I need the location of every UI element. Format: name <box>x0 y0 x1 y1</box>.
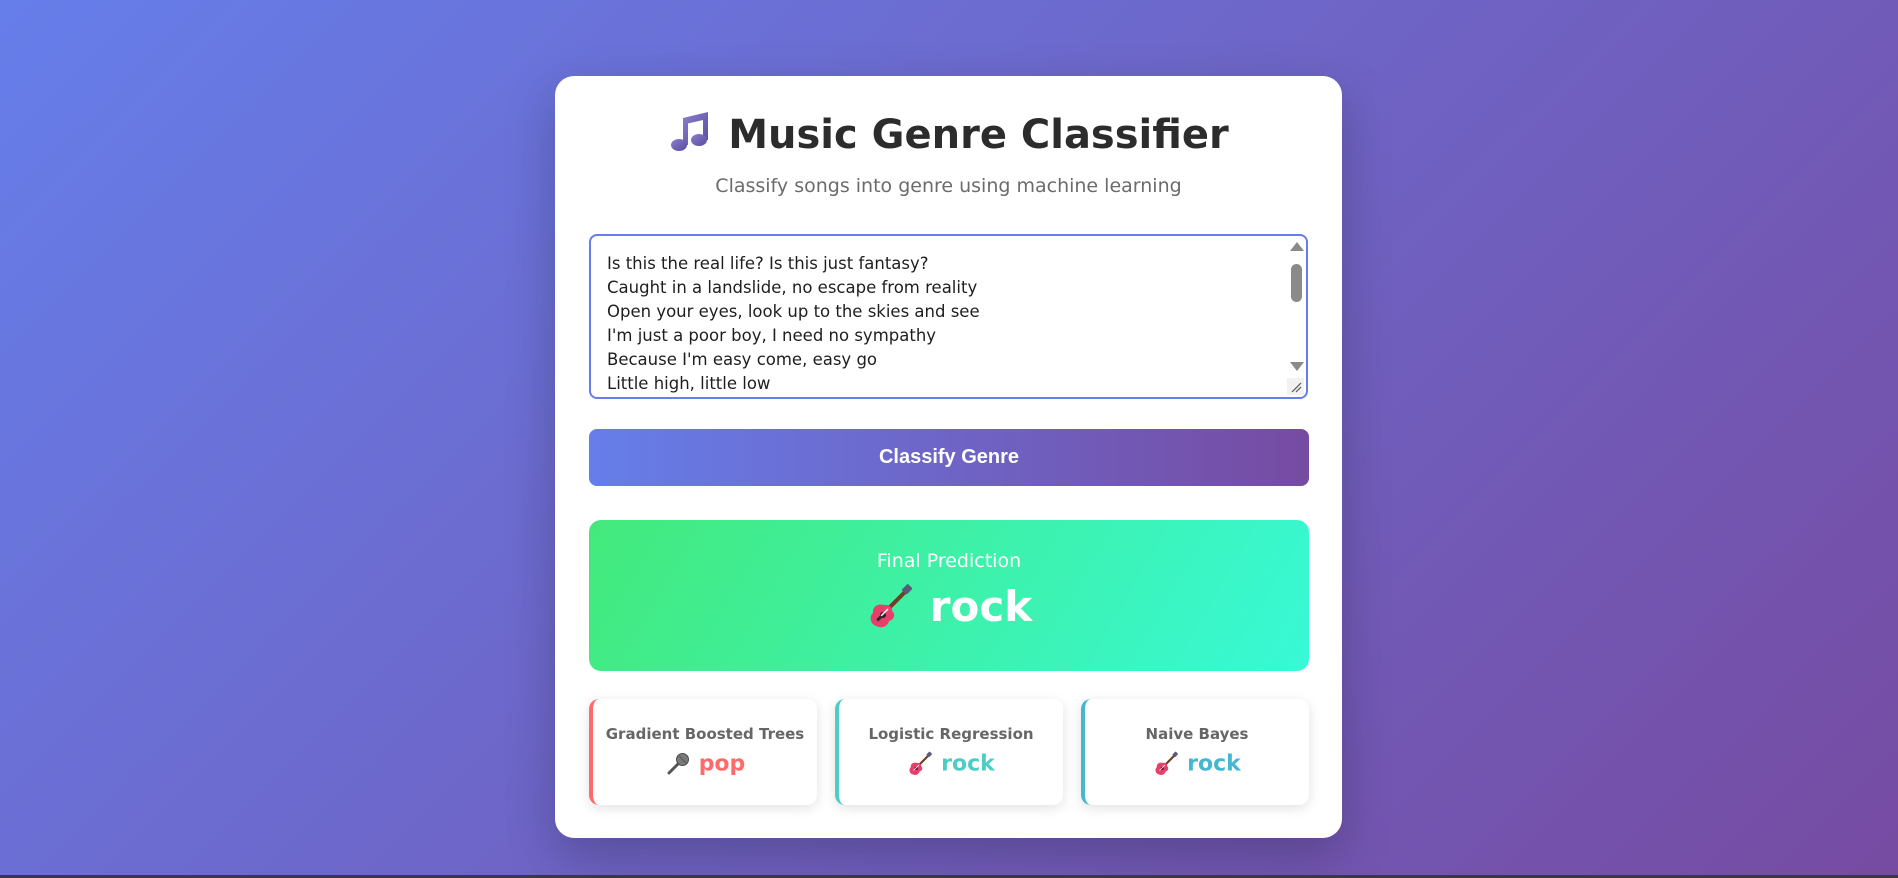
model-name: Naive Bayes <box>1145 725 1249 743</box>
page-header: Music Genre Classifier <box>555 112 1342 158</box>
model-name: Logistic Regression <box>868 725 1034 743</box>
model-card-logistic-regression: Logistic Regression rock <box>835 699 1063 805</box>
final-prediction-genre: rock <box>929 582 1033 631</box>
scroll-up-arrow-icon[interactable] <box>1290 242 1304 251</box>
lyrics-textarea[interactable]: Is this the real life? Is this just fant… <box>589 234 1308 399</box>
guitar-icon <box>907 751 933 777</box>
model-prediction-row: pop <box>593 751 817 777</box>
model-name: Gradient Boosted Trees <box>605 725 805 743</box>
musical-notes-icon <box>668 108 714 154</box>
final-prediction-panel: Final Prediction rock <box>589 520 1309 671</box>
lyrics-scrollbar[interactable] <box>1288 238 1304 375</box>
lyrics-text[interactable]: Is this the real life? Is this just fant… <box>607 252 1267 396</box>
microphone-icon <box>665 751 691 777</box>
model-prediction: rock <box>1187 751 1241 777</box>
scroll-down-arrow-icon[interactable] <box>1290 362 1304 371</box>
model-prediction-row: rock <box>1085 751 1309 777</box>
model-card-naive-bayes: Naive Bayes rock <box>1081 699 1309 805</box>
guitar-icon <box>866 583 914 631</box>
model-card-gradient-boosted-trees: Gradient Boosted Trees pop <box>589 699 817 805</box>
model-prediction: rock <box>941 751 995 777</box>
final-prediction-label: Final Prediction <box>876 550 1022 572</box>
page-title: Music Genre Classifier <box>728 112 1229 158</box>
scroll-thumb[interactable] <box>1291 264 1302 302</box>
guitar-icon <box>1153 751 1179 777</box>
model-prediction-row: rock <box>839 751 1063 777</box>
classify-genre-button[interactable]: Classify Genre <box>589 429 1309 486</box>
final-prediction-result: rock <box>589 582 1309 631</box>
resize-handle-icon[interactable] <box>1287 378 1304 395</box>
model-prediction: pop <box>698 751 746 777</box>
classifier-card: Music Genre Classifier Classify songs in… <box>555 76 1342 838</box>
page-subtitle: Classify songs into genre using machine … <box>715 175 1182 197</box>
